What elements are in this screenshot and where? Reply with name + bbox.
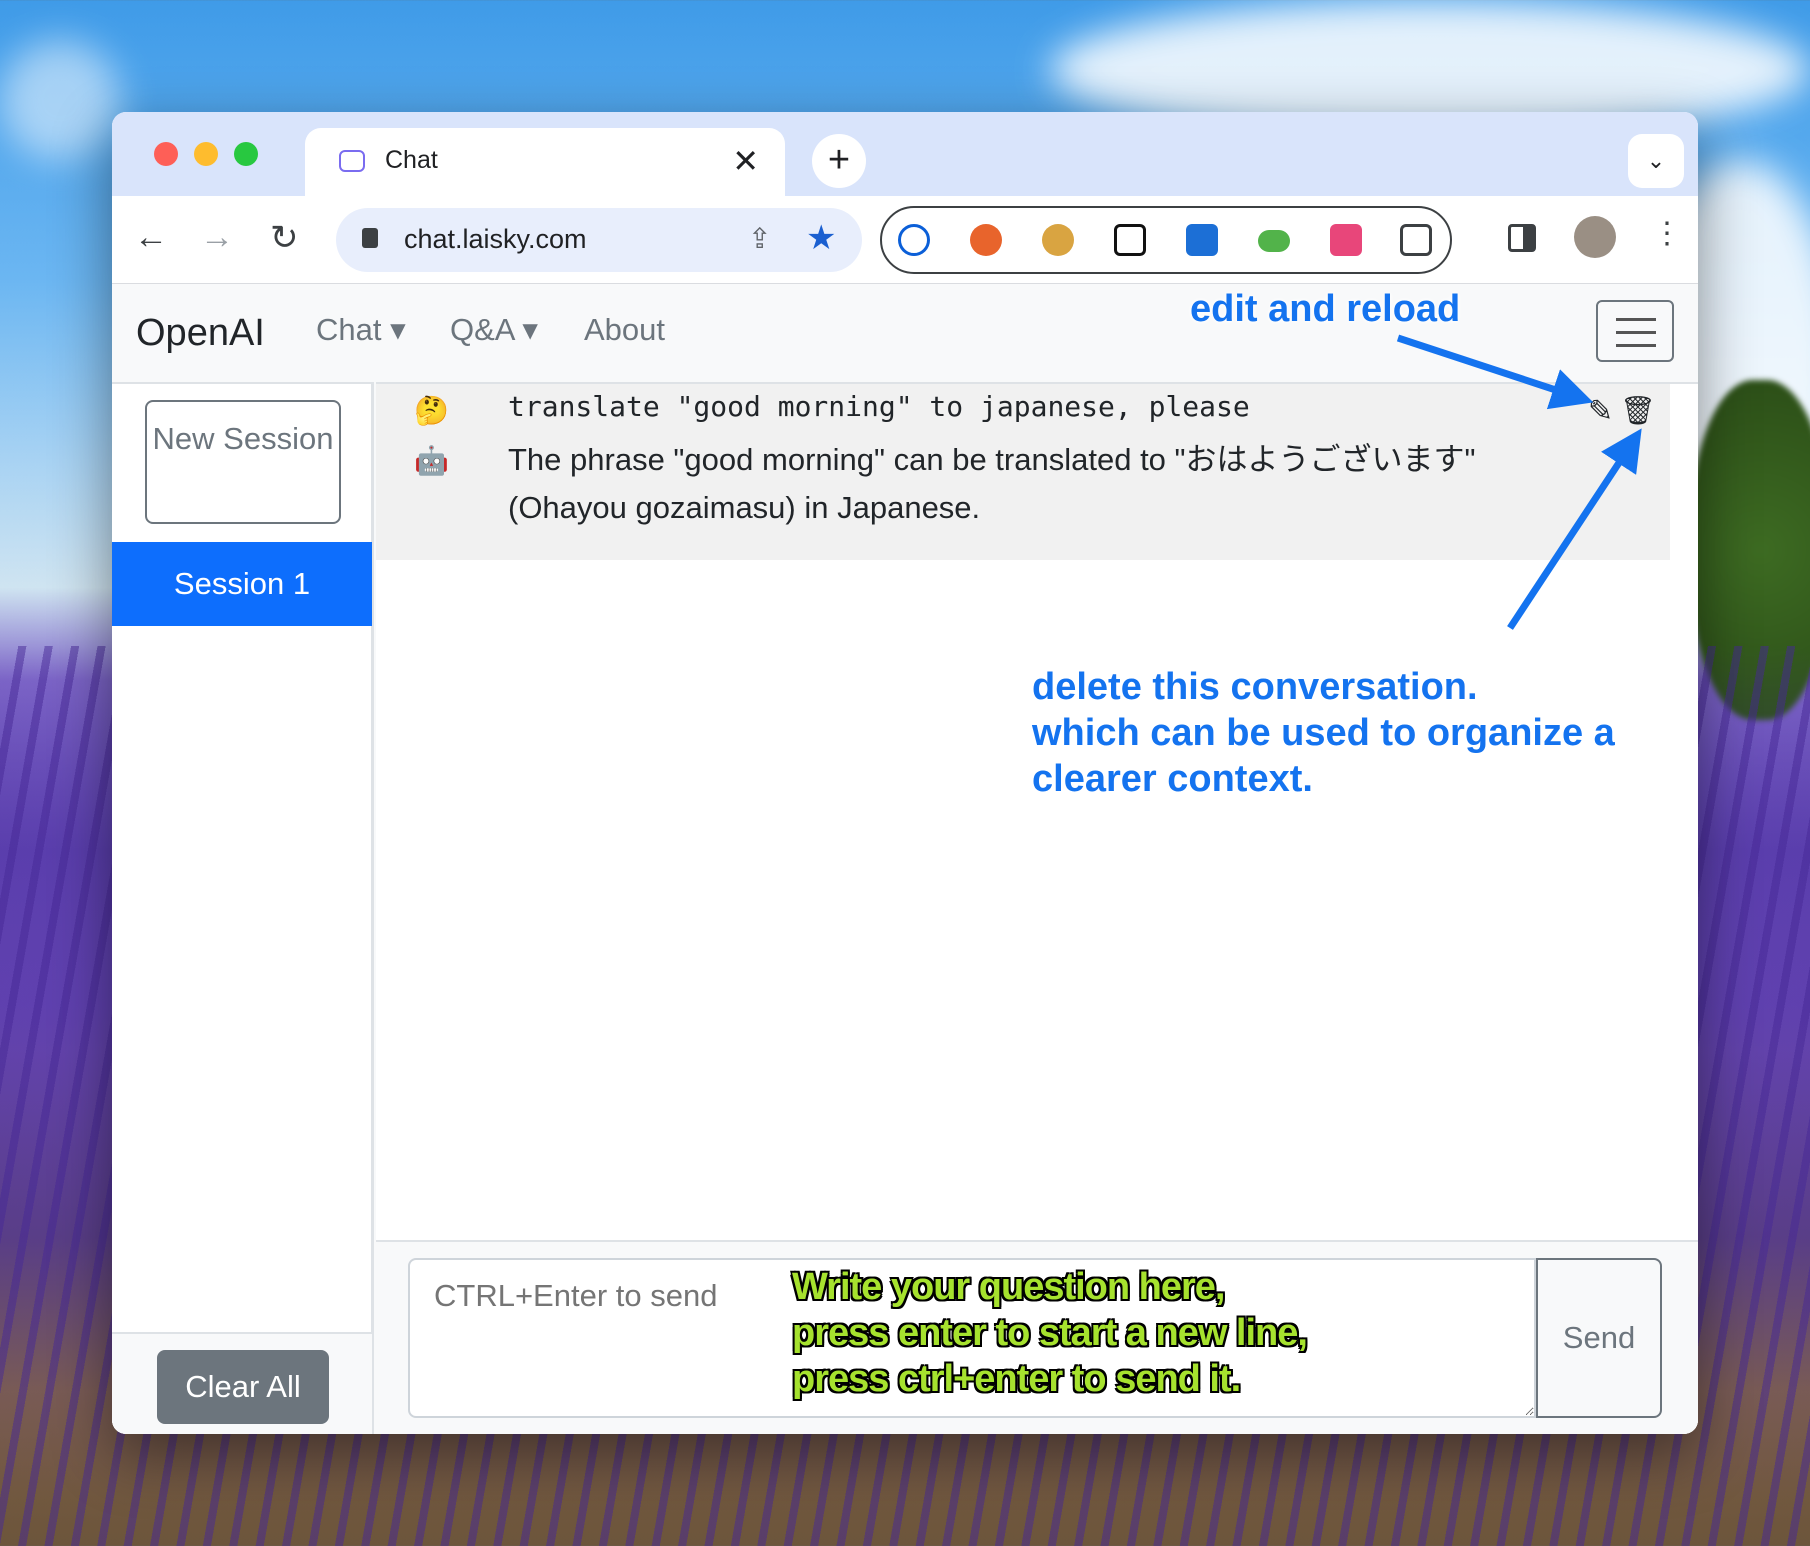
sidebar-footer: Clear All	[112, 1332, 372, 1434]
annotation-input-help: Write your question here, press enter to…	[792, 1264, 1308, 1402]
editor-extension-icon[interactable]	[1186, 224, 1218, 256]
clear-all-button[interactable]: Clear All	[157, 1350, 329, 1424]
robot-icon: 🤖	[414, 445, 449, 476]
hamburger-line	[1616, 344, 1656, 347]
side-panel-icon[interactable]	[1508, 224, 1536, 252]
tab-bar: Chat ✕ + ⌄	[112, 112, 1698, 198]
extensions-bar	[880, 206, 1452, 274]
annotation-input-line: press enter to start a new line,	[792, 1312, 1308, 1354]
orange-extension-icon[interactable]	[970, 224, 1002, 256]
annotation-delete: delete this conversation. which can be u…	[1032, 664, 1615, 802]
tab-title: Chat	[385, 146, 438, 174]
nav-qa-dropdown[interactable]: Q&A ▾	[450, 312, 538, 348]
annotation-edit-reload: edit and reload	[1190, 288, 1461, 330]
tab-chat[interactable]: Chat ✕	[305, 128, 785, 198]
minimize-window-button[interactable]	[194, 142, 218, 166]
chat-page: OpenAI Chat ▾ Q&A ▾ About New Session Se…	[112, 284, 1698, 1434]
browser-toolbar: ← → ↻ chat.laisky.com ⇪ ★ ⋮	[112, 196, 1698, 284]
session-sidebar: New Session Session 1 Clear All	[112, 382, 374, 1434]
address-bar[interactable]: chat.laisky.com ⇪ ★	[336, 208, 862, 272]
share-icon[interactable]: ⇪	[748, 222, 771, 255]
session-item[interactable]: Session 1	[112, 542, 372, 626]
brand-logo[interactable]: OpenAI	[136, 312, 265, 355]
annotation-delete-line: delete this conversation.	[1032, 666, 1478, 708]
forward-button[interactable]: →	[200, 218, 234, 257]
annotation-input-line: press ctrl+enter to send it.	[792, 1358, 1241, 1400]
password-manager-extension-icon[interactable]	[898, 224, 930, 256]
hamburger-line	[1616, 331, 1656, 334]
send-button[interactable]: Send	[1536, 1258, 1662, 1418]
maximize-window-button[interactable]	[234, 142, 258, 166]
background-cloud	[0, 40, 120, 160]
tab-search-button[interactable]: ⌄	[1628, 134, 1684, 188]
new-session-button[interactable]: New Session	[145, 400, 341, 524]
tab-close-icon[interactable]: ✕	[732, 142, 759, 180]
translate-extension-icon[interactable]	[1330, 224, 1362, 256]
new-tab-button[interactable]: +	[812, 134, 866, 188]
notion-extension-icon[interactable]	[1114, 224, 1146, 256]
bookmark-star-icon[interactable]: ★	[806, 218, 836, 258]
annotation-input-line: Write your question here,	[792, 1266, 1225, 1308]
user-question: translate "good morning" to japanese, pl…	[508, 390, 1250, 423]
conversation-item: 🤔 translate "good morning" to japanese, …	[376, 384, 1670, 560]
chat-favicon-icon	[339, 150, 365, 172]
nav-about-link[interactable]: About	[584, 312, 665, 348]
back-button[interactable]: ←	[134, 218, 168, 257]
cookie-extension-icon[interactable]	[1042, 224, 1074, 256]
delete-icon[interactable]: 🗑	[1620, 394, 1656, 427]
profile-avatar[interactable]	[1574, 216, 1616, 258]
lock-icon	[362, 228, 378, 248]
puzzle-extensions-icon[interactable]	[1400, 224, 1432, 256]
annotation-delete-line: which can be used to organize a	[1032, 712, 1615, 754]
close-window-button[interactable]	[154, 142, 178, 166]
navbar-toggler-button[interactable]	[1596, 300, 1674, 362]
browser-menu-icon[interactable]: ⋮	[1652, 216, 1682, 251]
annotation-delete-line: clearer context.	[1032, 758, 1313, 800]
reload-button[interactable]: ↻	[270, 218, 299, 258]
hamburger-line	[1616, 318, 1656, 321]
js-toggle-extension-icon[interactable]	[1258, 230, 1290, 252]
url-text: chat.laisky.com	[404, 224, 587, 254]
nav-chat-dropdown[interactable]: Chat ▾	[316, 312, 406, 348]
bot-answer: The phrase "good morning" can be transla…	[508, 442, 1476, 525]
edit-icon[interactable]: ✎	[1588, 394, 1613, 429]
thinking-face-icon: 🤔	[414, 395, 449, 426]
